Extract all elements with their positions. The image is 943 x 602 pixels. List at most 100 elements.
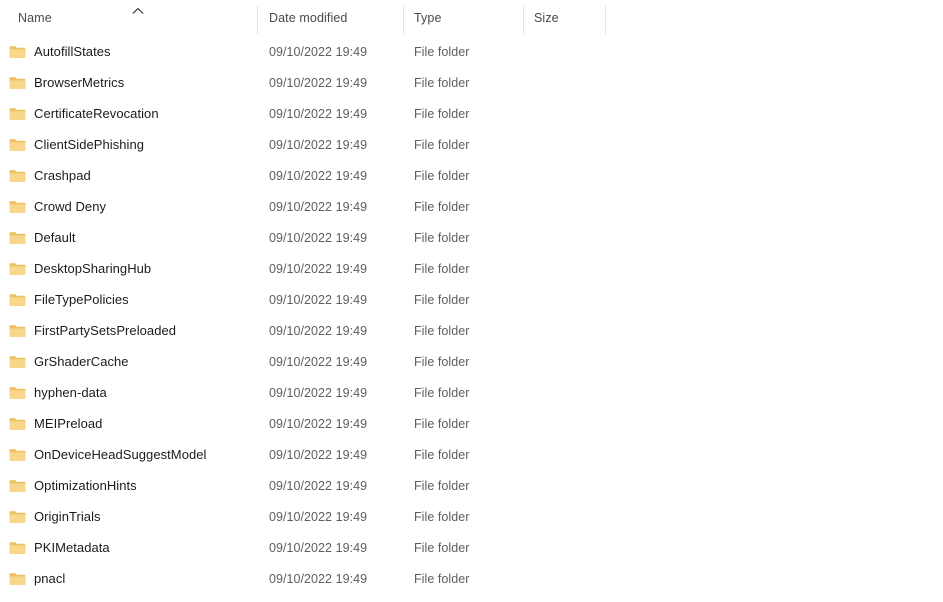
cell-date-modified: 09/10/2022 19:49 bbox=[257, 284, 403, 315]
cell-date-modified: 09/10/2022 19:49 bbox=[257, 501, 403, 532]
file-name-label: OptimizationHints bbox=[34, 478, 137, 493]
cell-name: CertificateRevocation bbox=[0, 98, 257, 129]
table-row[interactable]: FileTypePolicies 09/10/2022 19:49 File f… bbox=[0, 284, 943, 315]
folder-icon bbox=[9, 138, 26, 152]
type-label: File folder bbox=[414, 292, 470, 307]
table-row[interactable]: hyphen-data 09/10/2022 19:49 File folder bbox=[0, 377, 943, 408]
file-name-label: MEIPreload bbox=[34, 416, 103, 431]
folder-icon bbox=[9, 231, 26, 245]
file-name-label: pnacl bbox=[34, 571, 66, 586]
type-label: File folder bbox=[414, 44, 470, 59]
cell-date-modified: 09/10/2022 19:49 bbox=[257, 315, 403, 346]
folder-icon bbox=[9, 541, 26, 555]
cell-date-modified: 09/10/2022 19:49 bbox=[257, 532, 403, 563]
type-label: File folder bbox=[414, 354, 470, 369]
table-row[interactable]: Default 09/10/2022 19:49 File folder bbox=[0, 222, 943, 253]
type-label: File folder bbox=[414, 199, 470, 214]
folder-icon bbox=[9, 479, 26, 493]
file-list: AutofillStates 09/10/2022 19:49 File fol… bbox=[0, 36, 943, 594]
table-row[interactable]: ClientSidePhishing 09/10/2022 19:49 File… bbox=[0, 129, 943, 160]
cell-size bbox=[523, 129, 605, 160]
date-modified-label: 09/10/2022 19:49 bbox=[269, 106, 368, 121]
type-label: File folder bbox=[414, 385, 470, 400]
column-divider-name-date[interactable] bbox=[257, 6, 258, 34]
table-row[interactable]: GrShaderCache 09/10/2022 19:49 File fold… bbox=[0, 346, 943, 377]
table-row[interactable]: MEIPreload 09/10/2022 19:49 File folder bbox=[0, 408, 943, 439]
cell-type: File folder bbox=[403, 253, 523, 284]
table-row[interactable]: BrowserMetrics 09/10/2022 19:49 File fol… bbox=[0, 67, 943, 98]
type-label: File folder bbox=[414, 106, 470, 121]
cell-date-modified: 09/10/2022 19:49 bbox=[257, 36, 403, 67]
cell-date-modified: 09/10/2022 19:49 bbox=[257, 408, 403, 439]
cell-size bbox=[523, 67, 605, 98]
cell-name: Crashpad bbox=[0, 160, 257, 191]
cell-type: File folder bbox=[403, 98, 523, 129]
cell-type: File folder bbox=[403, 377, 523, 408]
cell-type: File folder bbox=[403, 160, 523, 191]
type-label: File folder bbox=[414, 137, 470, 152]
cell-name: GrShaderCache bbox=[0, 346, 257, 377]
column-divider-type-size[interactable] bbox=[523, 6, 524, 34]
cell-name: BrowserMetrics bbox=[0, 67, 257, 98]
date-modified-label: 09/10/2022 19:49 bbox=[269, 168, 368, 183]
cell-size bbox=[523, 563, 605, 594]
column-header-type[interactable]: Type bbox=[403, 0, 523, 36]
table-row[interactable]: DesktopSharingHub 09/10/2022 19:49 File … bbox=[0, 253, 943, 284]
cell-name: Crowd Deny bbox=[0, 191, 257, 222]
table-row[interactable]: Crashpad 09/10/2022 19:49 File folder bbox=[0, 160, 943, 191]
cell-size bbox=[523, 222, 605, 253]
column-header-date-modified-label: Date modified bbox=[269, 11, 348, 25]
date-modified-label: 09/10/2022 19:49 bbox=[269, 261, 368, 276]
folder-icon bbox=[9, 293, 26, 307]
table-row[interactable]: PKIMetadata 09/10/2022 19:49 File folder bbox=[0, 532, 943, 563]
folder-icon bbox=[9, 386, 26, 400]
column-divider-size-end[interactable] bbox=[605, 6, 606, 34]
folder-icon bbox=[9, 417, 26, 431]
cell-date-modified: 09/10/2022 19:49 bbox=[257, 67, 403, 98]
cell-size bbox=[523, 346, 605, 377]
cell-size bbox=[523, 439, 605, 470]
column-header-name[interactable]: Name bbox=[0, 0, 257, 36]
folder-icon bbox=[9, 107, 26, 121]
table-row[interactable]: OnDeviceHeadSuggestModel 09/10/2022 19:4… bbox=[0, 439, 943, 470]
cell-name: ClientSidePhishing bbox=[0, 129, 257, 160]
file-name-label: Default bbox=[34, 230, 76, 245]
table-row[interactable]: Crowd Deny 09/10/2022 19:49 File folder bbox=[0, 191, 943, 222]
cell-type: File folder bbox=[403, 67, 523, 98]
column-divider-date-type[interactable] bbox=[403, 6, 404, 34]
column-header-date-modified[interactable]: Date modified bbox=[257, 0, 403, 36]
file-name-label: Crowd Deny bbox=[34, 199, 107, 214]
cell-name: pnacl bbox=[0, 563, 257, 594]
file-name-label: ClientSidePhishing bbox=[34, 137, 145, 152]
table-row[interactable]: OriginTrials 09/10/2022 19:49 File folde… bbox=[0, 501, 943, 532]
cell-name: OnDeviceHeadSuggestModel bbox=[0, 439, 257, 470]
cell-date-modified: 09/10/2022 19:49 bbox=[257, 222, 403, 253]
date-modified-label: 09/10/2022 19:49 bbox=[269, 509, 368, 524]
table-row[interactable]: OptimizationHints 09/10/2022 19:49 File … bbox=[0, 470, 943, 501]
cell-type: File folder bbox=[403, 315, 523, 346]
cell-type: File folder bbox=[403, 129, 523, 160]
file-name-label: FileTypePolicies bbox=[34, 292, 129, 307]
table-row[interactable]: AutofillStates 09/10/2022 19:49 File fol… bbox=[0, 36, 943, 67]
cell-name: MEIPreload bbox=[0, 408, 257, 439]
table-row[interactable]: CertificateRevocation 09/10/2022 19:49 F… bbox=[0, 98, 943, 129]
cell-date-modified: 09/10/2022 19:49 bbox=[257, 377, 403, 408]
file-name-label: OnDeviceHeadSuggestModel bbox=[34, 447, 207, 462]
cell-type: File folder bbox=[403, 346, 523, 377]
cell-size bbox=[523, 377, 605, 408]
cell-name: AutofillStates bbox=[0, 36, 257, 67]
file-name-label: PKIMetadata bbox=[34, 540, 110, 555]
table-row[interactable]: pnacl 09/10/2022 19:49 File folder bbox=[0, 563, 943, 594]
table-row[interactable]: FirstPartySetsPreloaded 09/10/2022 19:49… bbox=[0, 315, 943, 346]
cell-date-modified: 09/10/2022 19:49 bbox=[257, 346, 403, 377]
cell-type: File folder bbox=[403, 563, 523, 594]
column-header-size[interactable]: Size bbox=[523, 0, 605, 36]
date-modified-label: 09/10/2022 19:49 bbox=[269, 137, 368, 152]
cell-date-modified: 09/10/2022 19:49 bbox=[257, 160, 403, 191]
folder-icon bbox=[9, 200, 26, 214]
date-modified-label: 09/10/2022 19:49 bbox=[269, 292, 368, 307]
file-name-label: OriginTrials bbox=[34, 509, 101, 524]
type-label: File folder bbox=[414, 540, 470, 555]
cell-type: File folder bbox=[403, 501, 523, 532]
cell-type: File folder bbox=[403, 408, 523, 439]
